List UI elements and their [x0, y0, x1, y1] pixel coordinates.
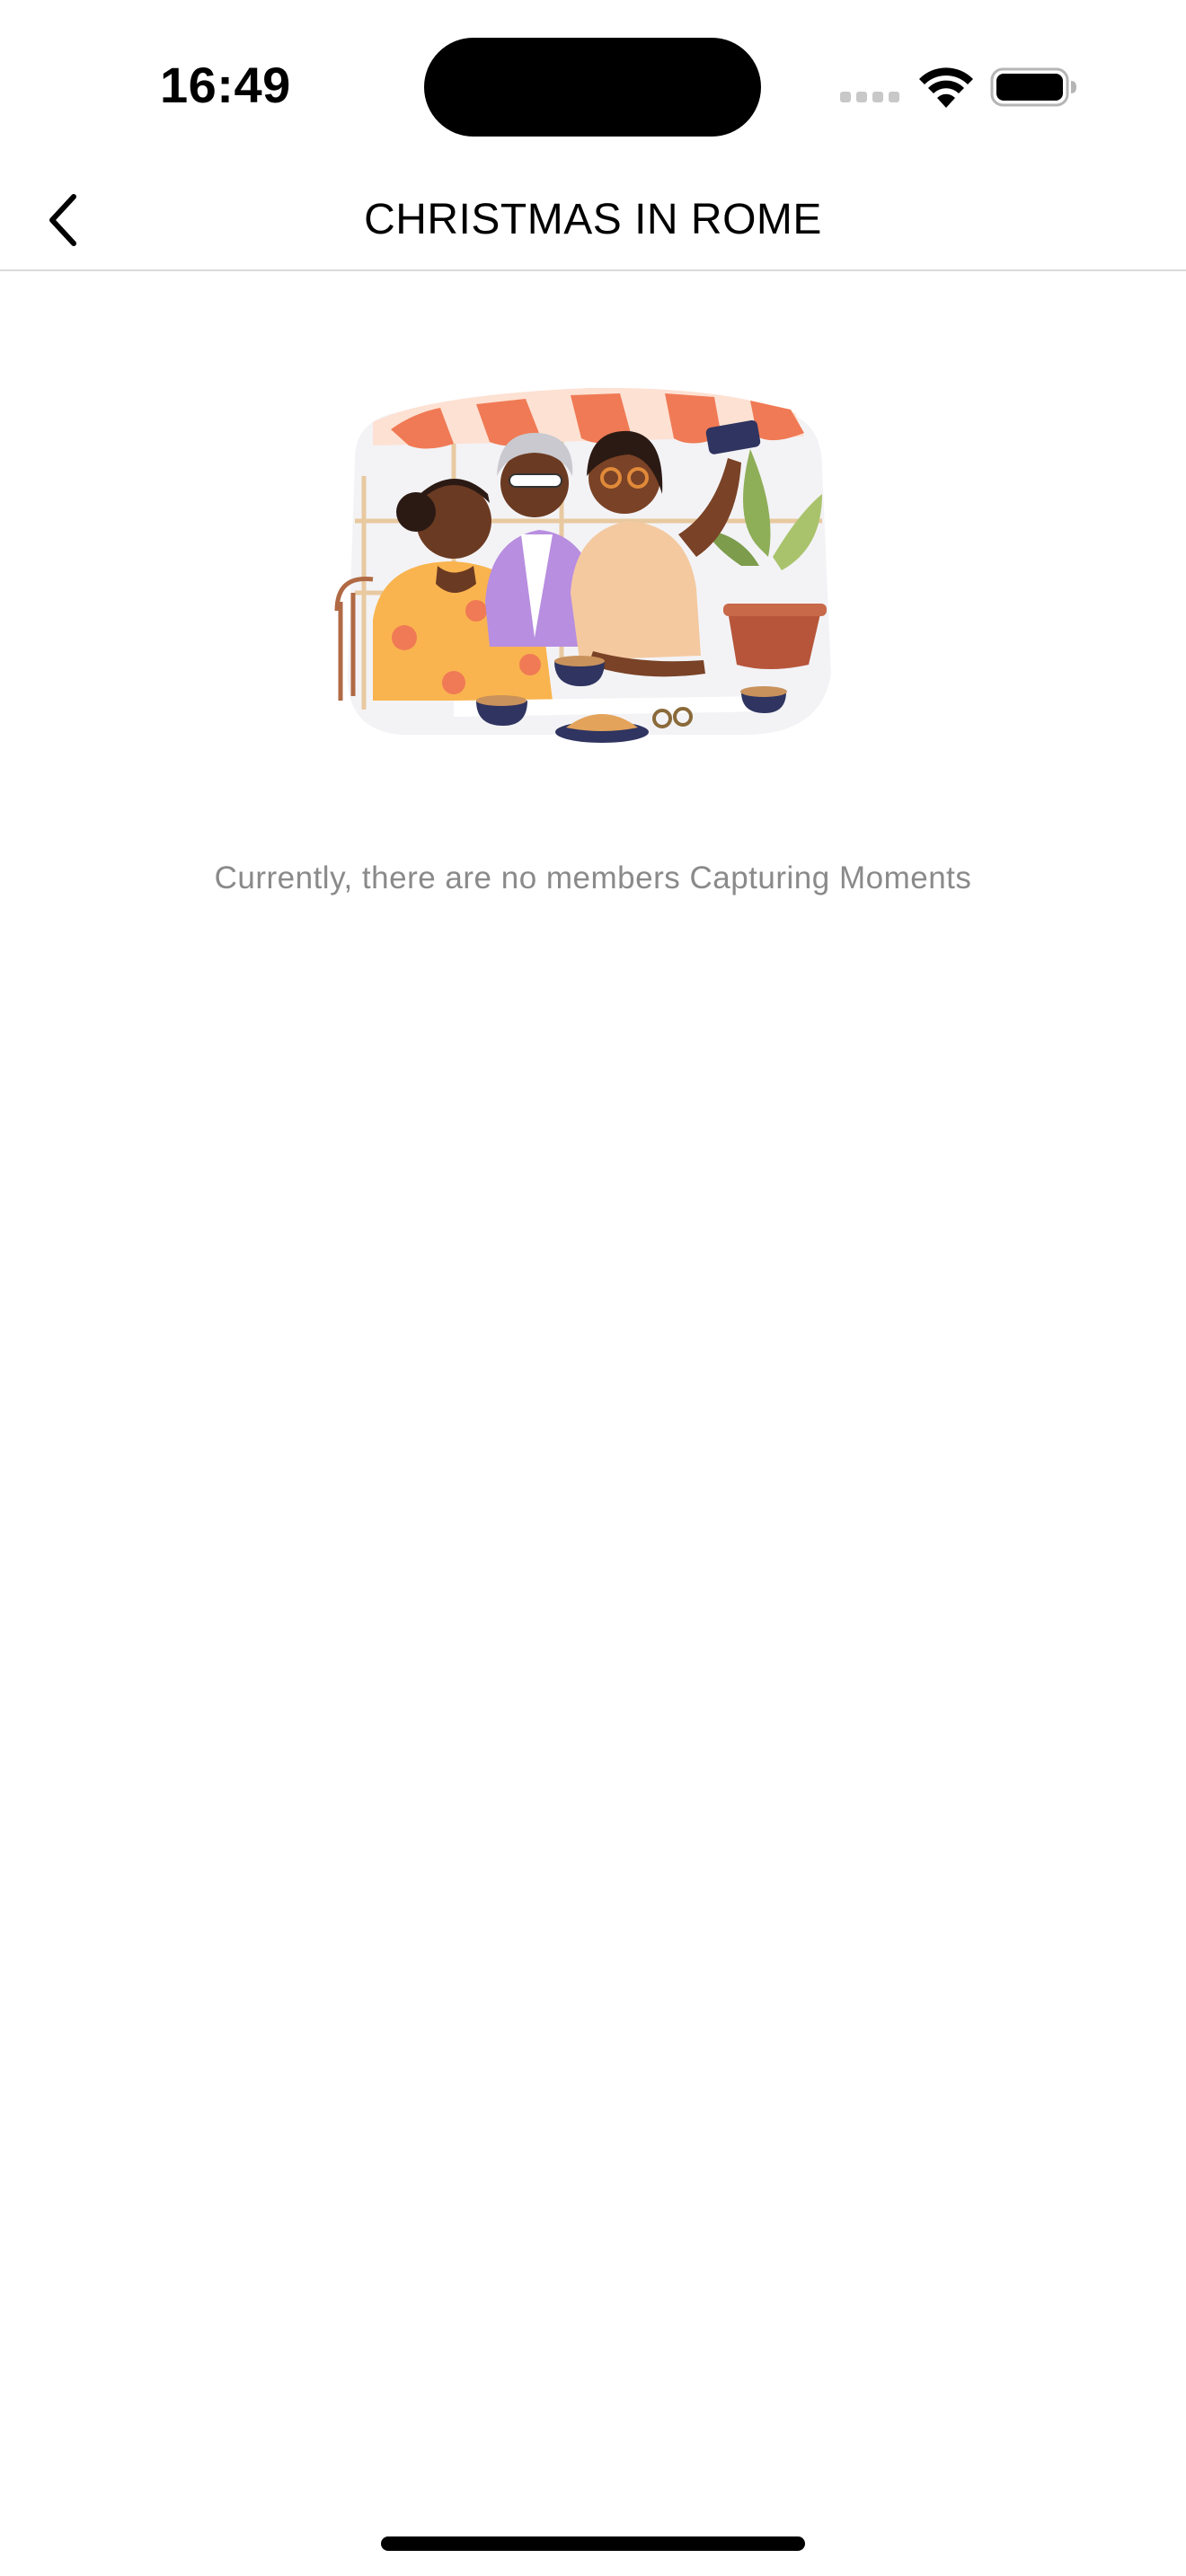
- empty-state-message: Currently, there are no members Capturin…: [214, 860, 972, 895]
- home-indicator[interactable]: [381, 2536, 805, 2551]
- navigation-bar: CHRISTMAS IN ROME: [0, 171, 1186, 271]
- battery-icon: [990, 67, 1076, 107]
- status-time: 16:49: [160, 57, 291, 113]
- cellular-signal-icon: [840, 92, 899, 104]
- friends-cafe-selfie-illustration: [334, 387, 831, 743]
- page-title: CHRISTMAS IN ROME: [364, 196, 822, 243]
- wifi-icon: [919, 67, 973, 108]
- status-bar: 16:49: [0, 0, 1186, 171]
- dynamic-island: [424, 38, 761, 137]
